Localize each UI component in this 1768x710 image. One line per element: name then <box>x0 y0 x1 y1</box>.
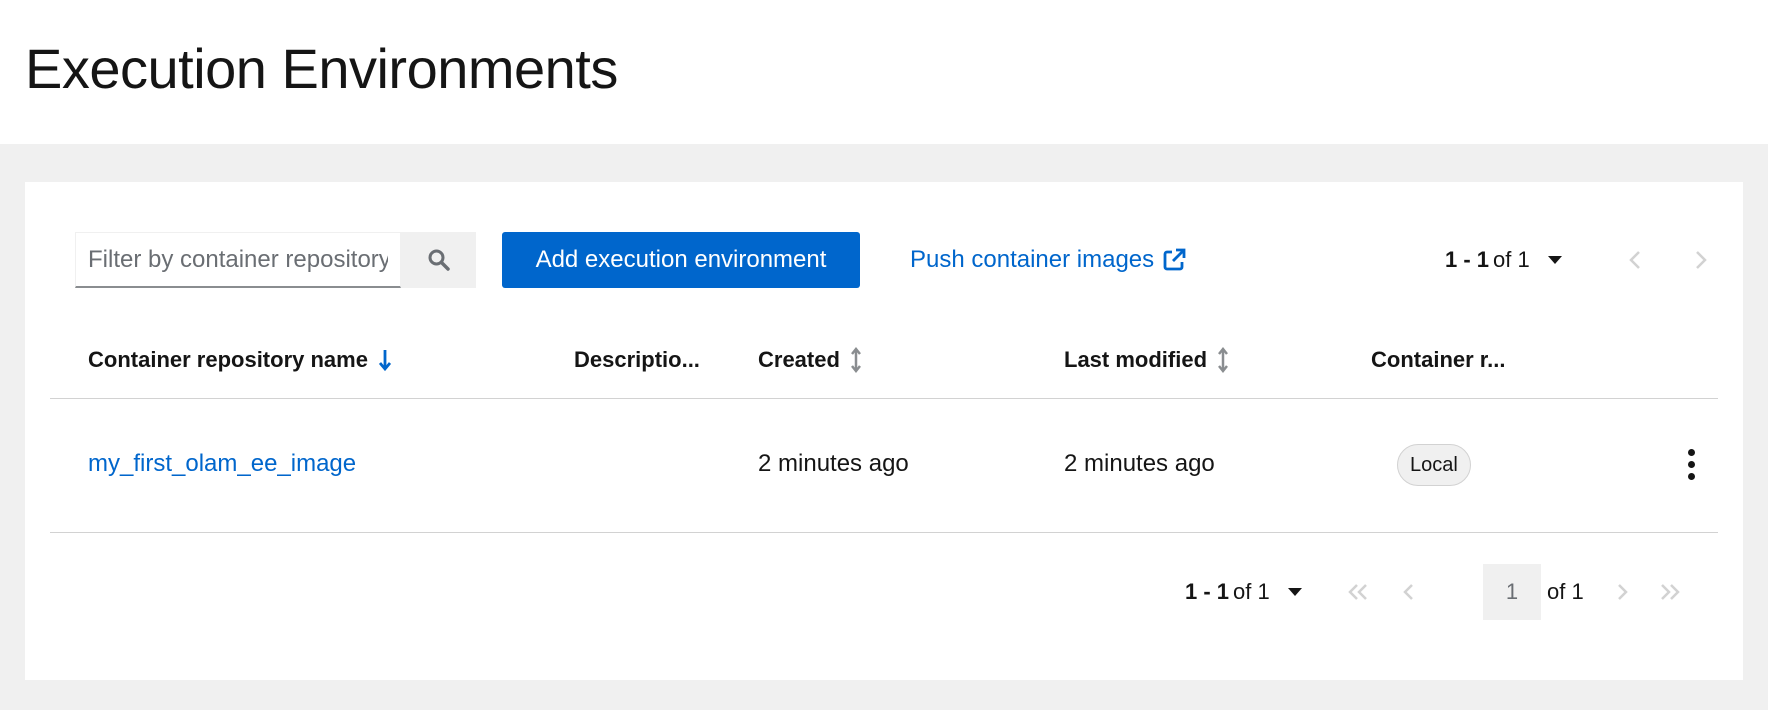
push-container-images-label: Push container images <box>910 246 1155 273</box>
sort-icon <box>1218 347 1228 373</box>
row-last-modified: 2 minutes ago <box>1064 450 1215 477</box>
pagination-bottom-toggle[interactable]: 1 - 1 of 1 <box>1185 574 1302 610</box>
pagination-top-total: of 1 <box>1493 247 1530 272</box>
page-count: of 1 <box>1547 579 1584 604</box>
column-header-created[interactable]: Created <box>758 340 862 380</box>
chevron-right-icon <box>1618 584 1628 600</box>
sort-icon <box>850 347 861 373</box>
row-created: 2 minutes ago <box>758 450 909 477</box>
next-page-button[interactable] <box>1605 574 1641 610</box>
pagination-bottom-range: 1 - 1 <box>1185 579 1230 604</box>
row-divider <box>50 532 1718 533</box>
external-link-icon <box>1163 248 1186 271</box>
push-container-images-link[interactable]: Push container images <box>910 244 1186 276</box>
double-chevron-right-icon <box>1661 584 1680 600</box>
page-header: Execution Environments <box>0 0 1768 144</box>
chevron-left-icon <box>1403 584 1413 600</box>
column-label-repository-name: Container repository name <box>88 347 368 372</box>
last-page-button[interactable] <box>1652 574 1688 610</box>
first-page-button[interactable] <box>1340 574 1376 610</box>
sort-descending-icon <box>378 350 392 372</box>
search-input[interactable] <box>75 232 401 288</box>
search-group <box>75 232 476 288</box>
kebab-dot <box>1687 448 1695 456</box>
caret-down-icon <box>1287 588 1302 596</box>
pagination-bottom-total: of 1 <box>1233 579 1270 604</box>
column-label-last-modified: Last modified <box>1064 347 1208 372</box>
page-title: Execution Environments <box>25 37 618 100</box>
column-header-last-modified[interactable]: Last modified <box>1064 340 1229 380</box>
add-execution-environment-button[interactable]: Add execution environment <box>502 232 860 288</box>
column-header-container-registry: Container r... <box>1371 340 1505 380</box>
environments-card: Add execution environment Push container… <box>25 182 1743 680</box>
repository-name-link[interactable]: my_first_olam_ee_image <box>88 450 356 478</box>
caret-down-icon <box>1547 256 1562 264</box>
column-header-repository-name[interactable]: Container repository name <box>88 340 392 380</box>
search-button[interactable] <box>401 232 476 288</box>
table-row: my_first_olam_ee_image <box>88 444 356 484</box>
chevron-left-icon <box>1629 251 1640 269</box>
previous-page-button[interactable] <box>1390 574 1426 610</box>
next-page-button-top[interactable] <box>1683 242 1719 278</box>
kebab-dot <box>1687 460 1695 468</box>
pagination-top-range: 1 - 1 <box>1445 247 1490 272</box>
header-divider <box>50 398 1718 399</box>
search-icon <box>428 249 450 271</box>
registry-badge: Local <box>1397 444 1471 486</box>
current-page-input[interactable] <box>1483 564 1541 620</box>
chevron-right-icon <box>1696 251 1707 269</box>
pagination-top-toggle[interactable]: 1 - 1 of 1 <box>1445 242 1562 278</box>
column-label-container-registry: Container r... <box>1371 347 1506 372</box>
column-label-description: Descriptio... <box>574 347 700 372</box>
row-actions-kebab[interactable] <box>1677 442 1705 486</box>
double-chevron-left-icon <box>1348 584 1367 600</box>
column-header-description: Descriptio... <box>574 340 700 380</box>
column-label-created: Created <box>758 347 840 372</box>
kebab-dot <box>1687 472 1695 480</box>
previous-page-button-top[interactable] <box>1617 242 1653 278</box>
